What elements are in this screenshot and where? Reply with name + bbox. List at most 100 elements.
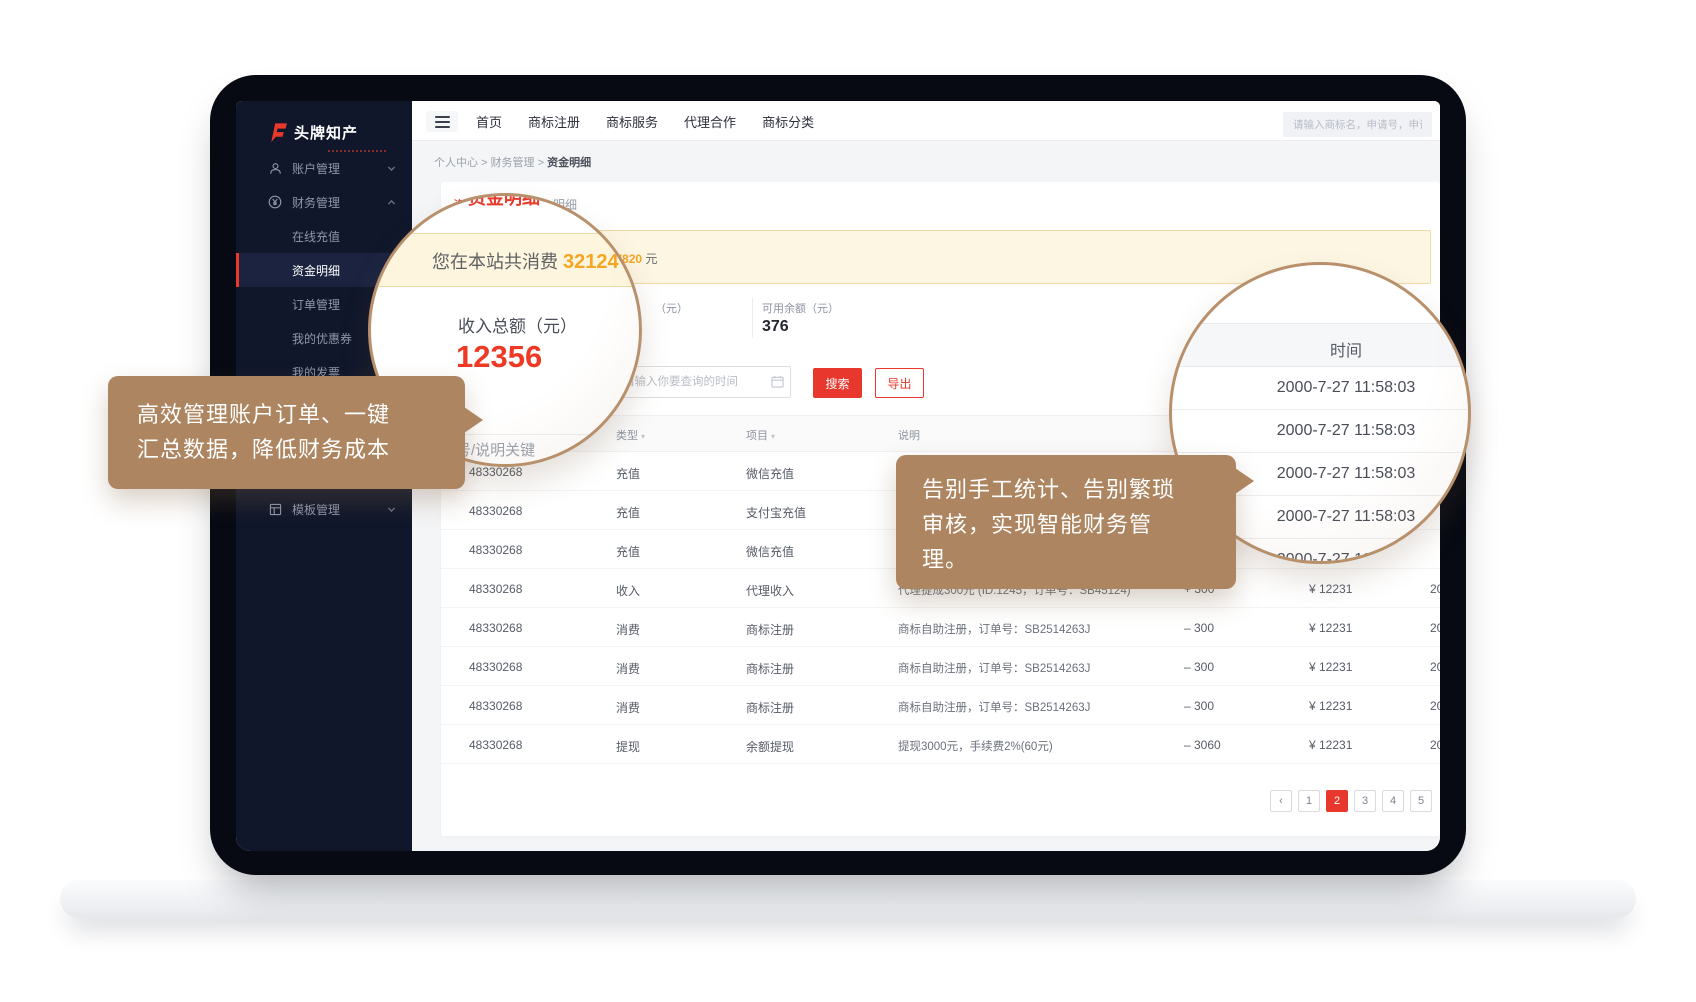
cell-time: 2000-7-27 11:58:03 [1430,582,1440,596]
cell-type: 消费 [616,621,640,638]
table-row: 48330268消费商标注册商标自助注册，订单号：SB2514263J– 300… [441,647,1440,686]
sidebar-item-0[interactable]: 账户管理 [236,151,412,185]
cell-type: 消费 [616,699,640,716]
cell-time: 2000-7-27 11:58:03 [1430,660,1440,674]
table-row: 48330268消费商标注册商标自助注册，订单号：SB2514263J– 300… [441,686,1440,725]
cell-time: 2000-7-27 11:58:03 [1430,738,1440,752]
lens-tab-fragment: 资金明细 [468,193,540,210]
pagination-prev[interactable]: ‹ [1270,790,1292,812]
callout-text-line: 汇总数据，降低财务成本 [137,432,465,467]
sidebar-item-7[interactable]: 模板管理 [236,492,412,526]
cell-amount: – 3060 [1184,738,1221,752]
chevron-down-icon [387,505,396,514]
breadcrumb-separator: > [535,157,548,169]
breadcrumb[interactable]: 个人中心 > 财务管理 > 资金明细 [434,154,591,170]
breadcrumb-item-1[interactable]: 财务管理 [491,157,535,169]
stat-expense-unit-label: （元） [655,300,688,316]
col-type-header[interactable]: 类型▾ [616,427,645,443]
chevron-down-icon [387,164,396,173]
cell-type: 收入 [616,582,640,599]
nav-tab-1[interactable]: 商标注册 [528,112,580,131]
sidebar-item-1[interactable]: 财务管理 [236,185,412,219]
callout-right: 告别手工统计、告别繁琐审核，实现智能财务管理。 [896,455,1236,589]
cell-item: 微信充值 [746,465,794,482]
pagination: ‹ 12345 [1270,790,1432,812]
chevron-down-icon: ▾ [641,432,645,441]
calendar-icon[interactable] [771,375,784,388]
sidebar-item-label: 在线充值 [292,228,340,245]
nav-tab-0[interactable]: 首页 [476,112,502,131]
cell-balance: ¥ 12231 [1309,738,1352,752]
pagination-page-4[interactable]: 4 [1382,790,1404,812]
cell-balance: ¥ 12231 [1309,621,1352,635]
nav-tab-3[interactable]: 代理合作 [684,112,736,131]
cell-order: 48330268 [469,660,522,674]
cell-order: 48330268 [469,621,522,635]
pagination-page-1[interactable]: 1 [1298,790,1320,812]
cell-balance: ¥ 12231 [1309,699,1352,713]
sidebar-item-label: 财务管理 [292,194,340,211]
callout-text-line: 理。 [922,542,1236,577]
sidebar-item-label: 账户管理 [292,160,340,177]
cell-amount: – 300 [1184,660,1214,674]
cell-desc: 提现3000元，手续费2%(60元) [898,738,1053,754]
pagination-page-5[interactable]: 5 [1410,790,1432,812]
stat-divider [752,298,753,338]
cell-time: 2000-7-27 11:58:03 [1430,621,1440,635]
brand-name: 头牌知产 [294,122,358,143]
lens-banner-amount: 32124 [563,251,619,273]
cell-desc: 商标自助注册，订单号：SB2514263J [898,621,1090,637]
cell-balance: ¥ 12231 [1309,582,1352,596]
lens-banner: 您在本站共消费 32124 元 [368,233,642,287]
callout-text-line: 高效管理账户订单、一键 [137,397,465,432]
lens-time-row: 2000-7-27 11:58:03 [1172,367,1471,410]
trademark-search-input[interactable] [1283,112,1432,137]
nav-tab-2[interactable]: 商标服务 [606,112,658,131]
cell-desc: 商标自助注册，订单号：SB2514263J [898,660,1090,676]
cell-order: 48330268 [469,543,522,557]
lens-time-header: 时间 [1172,323,1471,367]
cell-order: 48330268 [469,582,522,596]
lens-time-row: 2000-7-27 11:58:03 [1172,410,1471,453]
breadcrumb-item-0[interactable]: 个人中心 [434,157,478,169]
cell-order: 48330268 [469,504,522,518]
col-desc-header: 说明 [898,427,920,443]
table-row: 48330268提现余额提现提现3000元，手续费2%(60元)– 3060¥ … [441,725,1440,764]
cell-balance: ¥ 12231 [1309,660,1352,674]
cell-type: 充值 [616,504,640,521]
cell-amount: – 300 [1184,699,1214,713]
user-icon [268,161,282,175]
template-icon [268,502,282,516]
date-query-input[interactable] [610,366,791,398]
col-item-header[interactable]: 项目▾ [746,427,775,443]
banner-unit: 元 [642,252,657,266]
cell-item: 代理收入 [746,582,794,599]
finance-icon [268,195,282,209]
lens-income-label: 收入总额（元） [458,312,577,337]
pagination-page-2[interactable]: 2 [1326,790,1348,812]
callout-text-line: 告别手工统计、告别繁琐 [922,472,1236,507]
breadcrumb-item-2[interactable]: 资金明细 [547,157,591,169]
cell-item: 商标注册 [746,621,794,638]
search-button[interactable]: 搜索 [813,368,862,398]
cell-item: 商标注册 [746,699,794,716]
sidebar-item-label: 订单管理 [292,296,340,313]
cell-order: 48330268 [469,699,522,713]
cell-type: 充值 [616,465,640,482]
brand-logo[interactable]: 头牌知产 [266,117,358,147]
nav-tab-4[interactable]: 商标分类 [762,112,814,131]
callout-left: 高效管理账户订单、一键汇总数据，降低财务成本 [108,376,465,489]
hamburger-menu-icon[interactable] [426,111,458,132]
export-button[interactable]: 导出 [875,368,924,398]
brand-logo-icon [266,122,287,143]
cell-item: 微信充值 [746,543,794,560]
chevron-down-icon: ▾ [771,432,775,441]
cell-type: 提现 [616,738,640,755]
stat-balance-label: 可用余额（元） [762,300,839,316]
cell-order: 48330268 [469,738,522,752]
cell-amount: – 300 [1184,621,1214,635]
pagination-page-3[interactable]: 3 [1354,790,1376,812]
cell-type: 充值 [616,543,640,560]
cell-order: 48330268 [469,465,522,479]
breadcrumb-separator: > [478,157,491,169]
